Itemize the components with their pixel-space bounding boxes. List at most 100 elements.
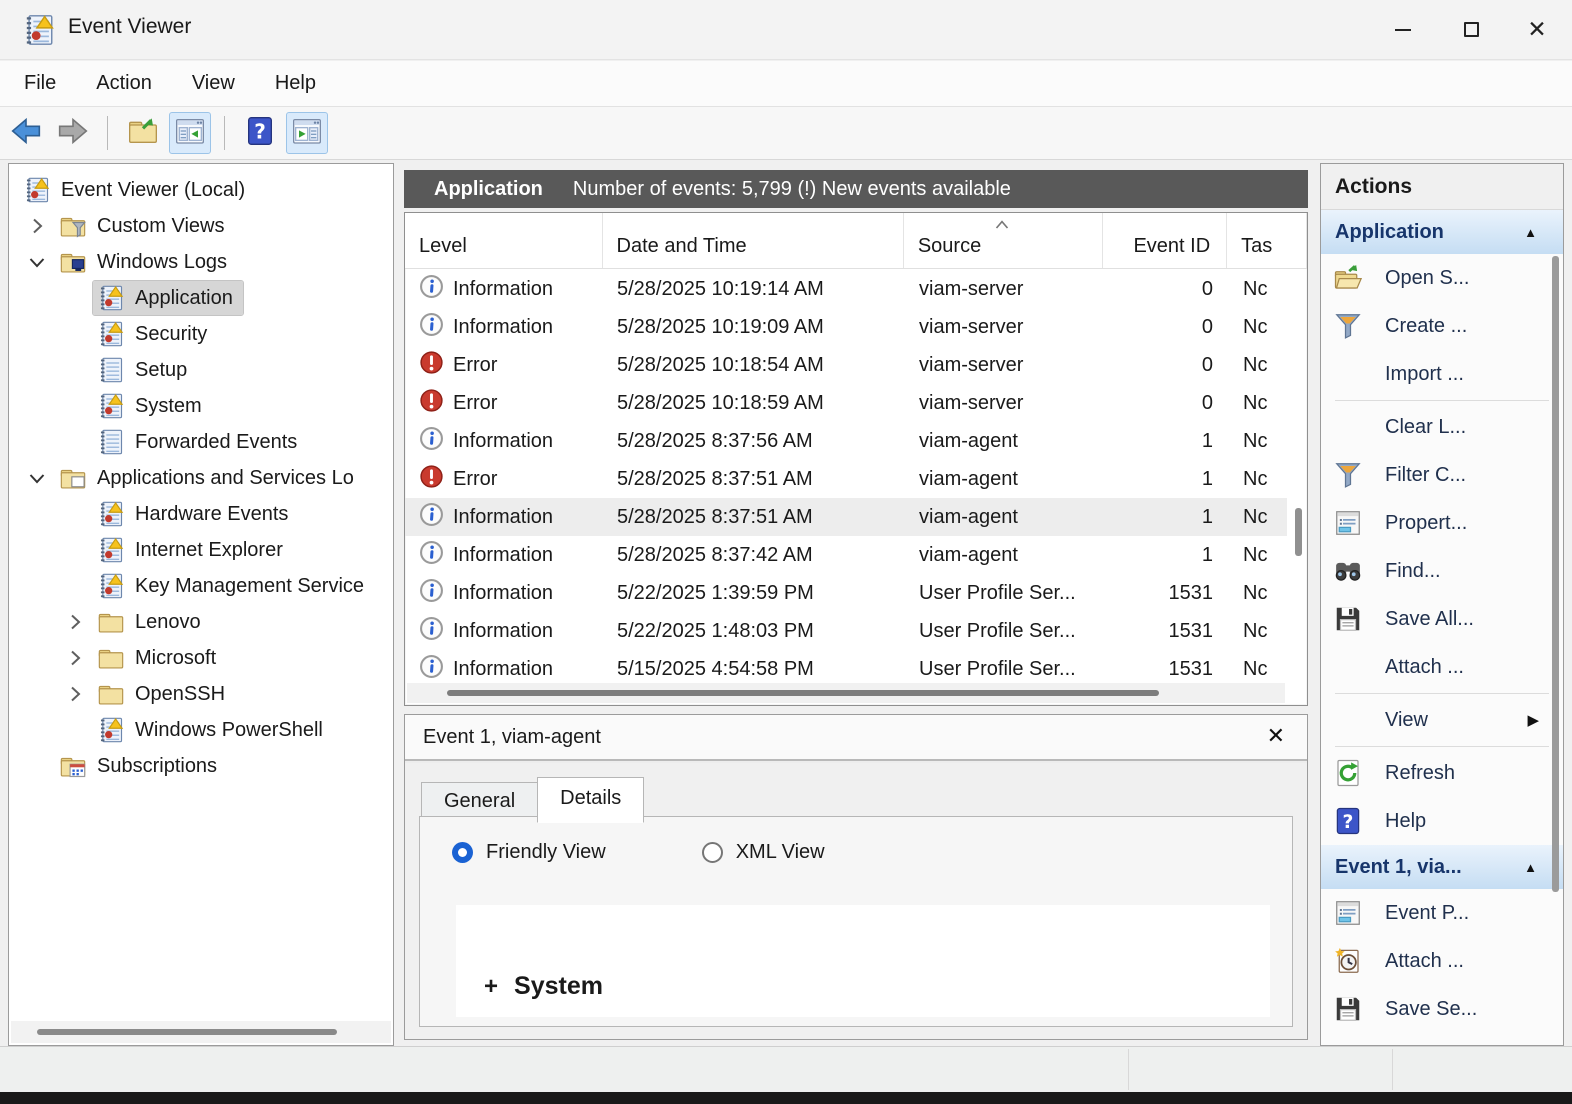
- tree-item-setup[interactable]: Setup: [9, 352, 393, 388]
- action-propert[interactable]: Propert...: [1321, 499, 1563, 547]
- collapse-icon[interactable]: ▲: [1524, 860, 1537, 875]
- event-row[interactable]: Error5/28/2025 10:18:59 AMviam-server0Nc: [405, 384, 1287, 422]
- action-open-s[interactable]: Open S...: [1321, 254, 1563, 302]
- help-button[interactable]: ?: [239, 112, 281, 154]
- menu-action[interactable]: Action: [76, 72, 172, 95]
- tree-item-label: OpenSSH: [135, 683, 225, 706]
- tree-item-internet-explorer[interactable]: Internet Explorer: [9, 532, 393, 568]
- chevron-right-icon[interactable]: [63, 610, 87, 634]
- action-create[interactable]: Create ...: [1321, 302, 1563, 350]
- menu-file[interactable]: File: [4, 72, 76, 95]
- tree-item-applications-and-services-lo[interactable]: Applications and Services Lo: [9, 460, 393, 496]
- tree-item-custom-views[interactable]: Custom Views: [9, 208, 393, 244]
- event-row[interactable]: Information5/22/2025 1:48:03 PMUser Prof…: [405, 612, 1287, 650]
- event-id: 0: [1105, 316, 1229, 339]
- chevron-right-icon[interactable]: [63, 682, 87, 706]
- action-attach[interactable]: Attach ...: [1321, 643, 1563, 691]
- chevron-down-icon[interactable]: [25, 250, 49, 274]
- tree-item-lenovo[interactable]: Lenovo: [9, 604, 393, 640]
- tree-item-security[interactable]: Security: [9, 316, 393, 352]
- tree-item-subscriptions[interactable]: Subscriptions: [9, 748, 393, 784]
- tree-hscroll-thumb[interactable]: [37, 1029, 337, 1035]
- menu-view[interactable]: View: [172, 72, 255, 95]
- column-header-source[interactable]: Source: [904, 213, 1104, 268]
- tree-item-application[interactable]: Application: [9, 280, 393, 316]
- action-pane-button[interactable]: [286, 112, 328, 154]
- action-refresh[interactable]: Refresh: [1321, 749, 1563, 797]
- action-help[interactable]: ?Help: [1321, 797, 1563, 845]
- event-list-hscroll-thumb[interactable]: [447, 690, 1159, 696]
- tree-item-microsoft[interactable]: Microsoft: [9, 640, 393, 676]
- action-import[interactable]: Import ...: [1321, 350, 1563, 398]
- event-row[interactable]: Information5/28/2025 10:19:14 AMviam-ser…: [405, 270, 1287, 308]
- action-label: Find...: [1385, 560, 1441, 583]
- event-id: 0: [1105, 392, 1229, 415]
- actions-scrollbar[interactable]: [1552, 256, 1560, 1036]
- tree-item-key-management-service[interactable]: Key Management Service: [9, 568, 393, 604]
- event-list-vertical-scrollbar[interactable]: [1295, 508, 1302, 556]
- tree-item-system[interactable]: System: [9, 388, 393, 424]
- radio-xml-view[interactable]: XML View: [702, 841, 825, 864]
- tab-details[interactable]: Details: [537, 777, 644, 823]
- event-row[interactable]: Information5/28/2025 10:19:09 AMviam-ser…: [405, 308, 1287, 346]
- preview-close-icon[interactable]: ✕: [1267, 723, 1285, 749]
- chevron-right-icon[interactable]: [63, 646, 87, 670]
- system-node[interactable]: + System: [484, 972, 603, 1001]
- tree-item-forwarded-events[interactable]: Forwarded Events: [9, 424, 393, 460]
- action-filter-c[interactable]: Filter C...: [1321, 451, 1563, 499]
- column-header-event-id[interactable]: Event ID: [1103, 213, 1227, 268]
- event-row[interactable]: Error5/28/2025 8:37:51 AMviam-agent1Nc: [405, 460, 1287, 498]
- chevron-right-icon[interactable]: [25, 214, 49, 238]
- level-label: Error: [453, 392, 497, 415]
- column-header-date-and-time[interactable]: Date and Time: [603, 213, 904, 268]
- event-log-alert-icon: [97, 536, 125, 564]
- maximize-button[interactable]: [1438, 0, 1504, 59]
- menu-help[interactable]: Help: [255, 72, 336, 95]
- event-row[interactable]: Information5/22/2025 1:39:59 PMUser Prof…: [405, 574, 1287, 612]
- action-attach[interactable]: Attach ...: [1321, 937, 1563, 985]
- event-list: LevelDate and TimeSourceEvent IDTas Info…: [404, 212, 1308, 706]
- event-source: viam-server: [905, 354, 1105, 377]
- actions-section-event-1-via[interactable]: Event 1, via...▲: [1321, 845, 1563, 889]
- radio-friendly-view[interactable]: Friendly View: [452, 841, 606, 864]
- tree-item-windows-logs[interactable]: Windows Logs: [9, 244, 393, 280]
- close-button[interactable]: ✕: [1504, 0, 1570, 59]
- action-save-all[interactable]: Save All...: [1321, 595, 1563, 643]
- tree-item-openssh[interactable]: OpenSSH: [9, 676, 393, 712]
- action-event-p[interactable]: Event P...: [1321, 889, 1563, 937]
- tree-item-hardware-events[interactable]: Hardware Events: [9, 496, 393, 532]
- filter-icon: [1333, 311, 1363, 341]
- event-row[interactable]: Information5/28/2025 8:37:51 AMviam-agen…: [405, 498, 1287, 536]
- collapse-icon[interactable]: ▲: [1524, 225, 1537, 240]
- action-clear-l[interactable]: Clear L...: [1321, 403, 1563, 451]
- console-tree-button[interactable]: [169, 112, 211, 154]
- event-list-horizontal-scrollbar[interactable]: [407, 683, 1285, 703]
- expand-plus-icon[interactable]: +: [484, 973, 498, 1001]
- action-save-se[interactable]: Save Se...: [1321, 985, 1563, 1033]
- preview-header: Event 1, viam-agent ✕: [405, 715, 1307, 761]
- tree-horizontal-scrollbar[interactable]: [11, 1021, 391, 1043]
- forward-button[interactable]: [52, 112, 94, 154]
- back-button[interactable]: [5, 112, 47, 154]
- column-header-tas[interactable]: Tas: [1227, 213, 1307, 268]
- action-view[interactable]: View▶: [1321, 696, 1563, 744]
- column-header-level[interactable]: Level: [405, 213, 603, 268]
- tree-item-event-viewer-local[interactable]: Event Viewer (Local): [9, 172, 393, 208]
- action-find[interactable]: Find...: [1321, 547, 1563, 595]
- action-label: Clear L...: [1385, 416, 1466, 439]
- event-row[interactable]: Information5/28/2025 8:37:56 AMviam-agen…: [405, 422, 1287, 460]
- level-label: Information: [453, 658, 553, 681]
- event-id: 1531: [1105, 620, 1229, 643]
- event-row[interactable]: Information5/15/2025 4:54:58 PMUser Prof…: [405, 650, 1287, 683]
- event-log-alert-icon: [23, 176, 51, 204]
- event-task: Nc: [1229, 544, 1287, 567]
- actions-section-application[interactable]: Application▲: [1321, 210, 1563, 254]
- actions-scroll-thumb[interactable]: [1552, 256, 1559, 892]
- event-row[interactable]: Information5/28/2025 8:37:42 AMviam-agen…: [405, 536, 1287, 574]
- event-source: viam-server: [905, 278, 1105, 301]
- tree-item-windows-powershell[interactable]: Windows PowerShell: [9, 712, 393, 748]
- event-row[interactable]: Error5/28/2025 10:18:54 AMviam-server0Nc: [405, 346, 1287, 384]
- minimize-button[interactable]: [1370, 0, 1436, 59]
- chevron-down-icon[interactable]: [25, 466, 49, 490]
- export-button[interactable]: [122, 112, 164, 154]
